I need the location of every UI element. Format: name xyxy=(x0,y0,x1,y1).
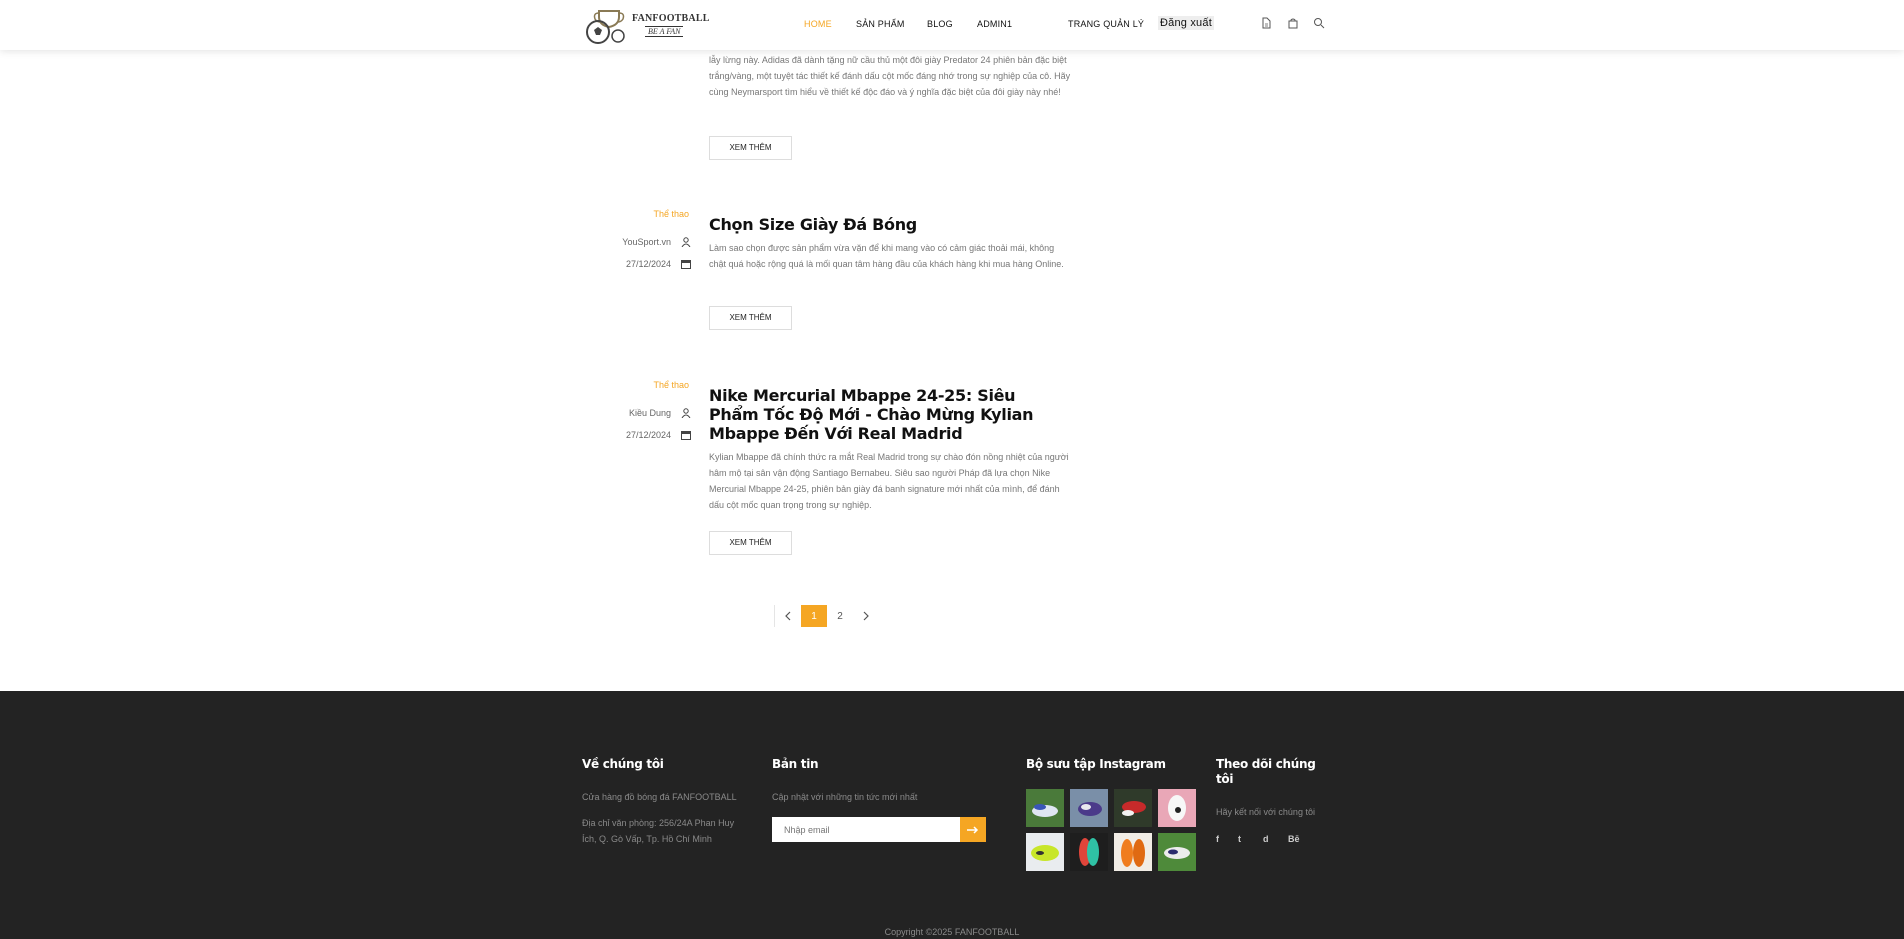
pagination: 1 2 xyxy=(774,605,879,627)
copyright-text: Copyright ©2025 FANFOOTBALL xyxy=(884,927,1020,937)
instagram-photo[interactable] xyxy=(1158,833,1196,871)
email-input[interactable] xyxy=(772,817,960,842)
instagram-photo[interactable] xyxy=(1114,833,1152,871)
calendar-icon xyxy=(681,431,691,440)
post-date: 27/12/2024 xyxy=(626,259,691,269)
instagram-photo[interactable] xyxy=(1158,789,1196,827)
post-excerpt: lẫy lừng này. Adidas đã dành tặng nữ cầu… xyxy=(709,55,1071,97)
instagram-title: Bộ sưu tập Instagram xyxy=(1026,757,1166,771)
page-button-1[interactable]: 1 xyxy=(801,605,827,627)
post-category[interactable]: Thể thao xyxy=(653,209,689,219)
next-page-button[interactable] xyxy=(853,605,879,627)
site-header: FANFOOTBALL BE A FAN HOME SẢN PHẨM BLOG … xyxy=(0,0,1904,50)
chevron-right-icon xyxy=(863,611,869,621)
post-excerpt: Kylian Mbappe đã chính thức ra mắt Real … xyxy=(709,452,1069,510)
follow-text: Hãy kết nối với chúng tôi xyxy=(1216,807,1315,817)
nav-blog[interactable]: BLOG xyxy=(927,19,953,29)
nav-home[interactable]: HOME xyxy=(804,19,832,29)
arrow-right-icon xyxy=(967,825,979,834)
calendar-icon xyxy=(681,260,691,269)
site-footer: Về chúng tôi Cửa hàng đồ bóng đá FANFOOT… xyxy=(0,691,1904,939)
post-category[interactable]: Thể thao xyxy=(653,380,689,390)
instagram-photo[interactable] xyxy=(1026,833,1064,871)
post-title[interactable]: Chọn Size Giày Đá Bóng xyxy=(709,215,1069,234)
site-logo[interactable]: FANFOOTBALL BE A FAN xyxy=(585,8,709,44)
about-text: Cửa hàng đồ bóng đá FANFOOTBALL xyxy=(582,792,737,802)
twitter-icon[interactable]: t xyxy=(1238,834,1241,844)
post-title[interactable]: Nike Mercurial Mbappe 24-25: Siêu Phẩm T… xyxy=(709,386,1069,443)
instagram-photo[interactable] xyxy=(1070,789,1108,827)
post-author: YouSport.vn xyxy=(622,237,691,247)
user-icon xyxy=(681,408,691,418)
page-button-2[interactable]: 2 xyxy=(827,605,853,627)
nav-products[interactable]: SẢN PHẨM xyxy=(856,19,905,29)
post-author-name: YouSport.vn xyxy=(622,237,671,247)
address-text: Địa chỉ văn phòng: 256/24A Phan Huy Ích,… xyxy=(582,818,735,844)
nav-admin[interactable]: ADMIN1 xyxy=(977,19,1012,29)
behance-icon[interactable]: Bē xyxy=(1288,834,1300,844)
post-excerpt: Làm sao chọn được sản phẩm vừa vặn để kh… xyxy=(709,243,1064,269)
post-date-text: 27/12/2024 xyxy=(625,430,671,440)
chevron-left-icon xyxy=(785,611,791,621)
instagram-photo[interactable] xyxy=(1114,789,1152,827)
newsletter-text: Cập nhật với những tin tức mới nhất xyxy=(772,792,918,802)
newsletter-title: Bản tin xyxy=(772,757,819,771)
post-author-name: Kiều Dung xyxy=(628,408,671,418)
facebook-icon[interactable]: f xyxy=(1216,834,1219,844)
logo-tagline: BE A FAN xyxy=(645,26,684,37)
user-icon xyxy=(681,237,691,247)
instagram-photo[interactable] xyxy=(1026,789,1064,827)
subscribe-button[interactable] xyxy=(960,817,986,842)
page: FANFOOTBALL BE A FAN HOME SẢN PHẨM BLOG … xyxy=(0,0,1904,939)
about-title: Về chúng tôi xyxy=(582,757,664,771)
search-icon[interactable] xyxy=(1313,17,1325,29)
read-more-button[interactable]: XEM THÊM xyxy=(709,136,792,160)
prev-page-button[interactable] xyxy=(775,605,801,627)
logout-link[interactable]: Đăng xuất xyxy=(1158,16,1214,30)
trophy-ball-logo-icon xyxy=(586,10,625,44)
document-icon[interactable] xyxy=(1260,17,1272,29)
logo-text: FANFOOTBALL xyxy=(632,13,710,24)
post-author: Kiều Dung xyxy=(629,408,691,418)
instagram-photo[interactable] xyxy=(1070,833,1108,871)
post-date: 27/12/2024 xyxy=(626,430,691,440)
dribbble-icon[interactable]: d xyxy=(1263,834,1269,844)
follow-title: Theo dõi chúng tôi xyxy=(1216,757,1316,786)
read-more-button[interactable]: XEM THÊM xyxy=(709,306,792,330)
post-date-text: 27/12/2024 xyxy=(625,259,671,269)
read-more-button[interactable]: XEM THÊM xyxy=(709,531,792,555)
nav-admin-panel[interactable]: TRANG QUẢN LÝ xyxy=(1068,19,1144,29)
cart-icon[interactable] xyxy=(1287,17,1299,29)
